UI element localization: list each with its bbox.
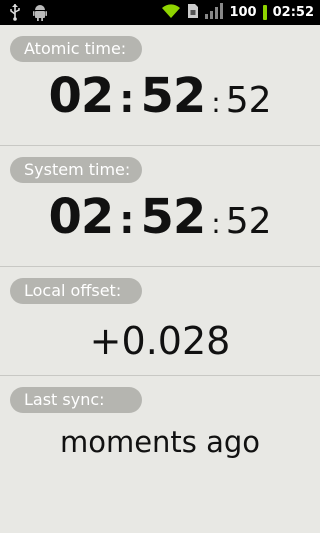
- system-colon-1: :: [119, 198, 135, 242]
- usb-icon: [8, 3, 22, 25]
- system-hours: 02: [48, 189, 114, 245]
- atomic-seconds: 52: [225, 80, 272, 121]
- atomic-colon-2: :: [211, 86, 221, 119]
- android-icon: [32, 3, 48, 25]
- signal-icon: [205, 2, 224, 23]
- atomic-hours: 02: [48, 68, 114, 124]
- last-sync-label: Last sync:: [10, 387, 142, 413]
- atomic-colon-1: :: [119, 77, 135, 121]
- status-bar-left: [8, 3, 48, 25]
- system-time-display: 02 : 52 : 52: [0, 189, 320, 249]
- battery-icon: [262, 5, 267, 20]
- system-time-label: System time:: [10, 157, 142, 183]
- divider: [0, 375, 320, 376]
- status-bar: 100 02:52: [0, 0, 320, 25]
- local-offset-value: +0.028: [89, 319, 231, 363]
- last-sync-value: moments ago: [59, 425, 261, 459]
- sim-icon: [187, 3, 199, 23]
- status-clock: 02:52: [272, 5, 314, 20]
- divider: [0, 266, 320, 267]
- system-minutes: 52: [140, 189, 206, 245]
- system-colon-2: :: [211, 207, 221, 240]
- atomic-minutes: 52: [140, 68, 206, 124]
- divider: [0, 145, 320, 146]
- wifi-icon: [161, 3, 181, 23]
- atomic-time-label: Atomic time:: [10, 36, 142, 62]
- battery-level: 100: [229, 5, 257, 20]
- status-bar-right: 100 02:52: [161, 0, 314, 25]
- system-seconds: 52: [225, 201, 272, 242]
- atomic-time-display: 02 : 52 : 52: [0, 68, 320, 128]
- local-offset-label: Local offset:: [10, 278, 142, 304]
